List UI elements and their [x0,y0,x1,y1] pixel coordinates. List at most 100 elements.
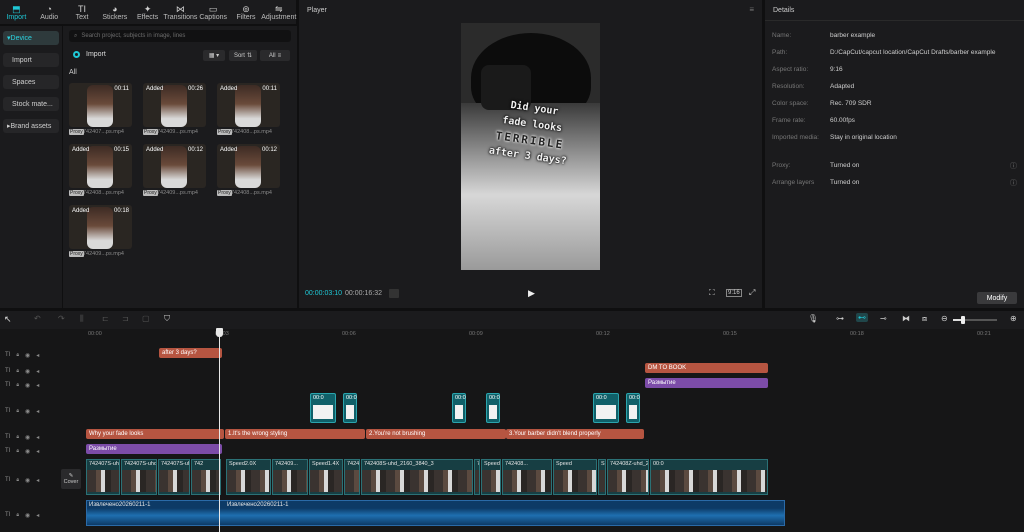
lock-icon[interactable]: 🔒︎ [16,382,19,389]
lock-icon[interactable]: 🔒︎ [16,368,19,375]
media-thumbnail[interactable]: Added 00:18 [69,205,132,249]
audio-icon[interactable]: ◂ [36,368,39,375]
effect-sticker-clip[interactable]: 00:0 [452,393,466,423]
lock-icon[interactable]: 🔒︎ [16,352,19,359]
split-icon[interactable]: ⫼ [80,314,84,324]
playhead[interactable] [219,329,220,532]
sidebar-item-2[interactable]: Spaces [3,75,59,89]
magnet-icon[interactable]: ⊷ [856,313,868,322]
effect-clip[interactable]: Размытие [645,378,768,388]
ratio-button[interactable]: 9:16 [726,289,742,297]
video-clip[interactable]: Speed1.4X [481,459,501,495]
info-icon[interactable]: ⓘ [1010,178,1017,188]
audio-icon[interactable]: ◂ [36,477,39,484]
media-thumbnail[interactable]: Added 00:12 [217,144,280,188]
video-clip[interactable]: 742408... [502,459,552,495]
toolbar-text[interactable]: TI Text [66,0,99,24]
eye-icon[interactable]: ◉ [25,477,30,484]
audio-icon[interactable]: ◂ [36,382,39,389]
preview-axis-icon[interactable]: ⧈ [922,314,927,324]
undo-icon[interactable]: ↶ [34,314,41,323]
effect-sticker-clip[interactable]: 00:0 [343,393,357,423]
caption-clip[interactable]: 1.It's the wrong styling [225,429,365,439]
media-thumbnail[interactable]: Added 00:15 [69,144,132,188]
effect-clip[interactable]: Размытие [86,444,222,454]
audio-icon[interactable]: ◂ [36,408,39,415]
video-clip[interactable]: S [598,459,606,495]
view-mode-button[interactable]: ▦ ▾ [203,50,225,61]
link-icon[interactable]: ⊸ [880,314,887,323]
mirror-icon[interactable]: ⧓ [902,314,910,323]
video-clip[interactable]: Speed1.4X [309,459,343,495]
zoom-out-icon[interactable]: ⊖ [941,314,948,323]
media-thumbnail[interactable]: Added 00:11 [217,83,280,127]
video-clip[interactable]: 742 [191,459,221,495]
video-clip[interactable]: 742408... [344,459,360,495]
modify-button[interactable]: Modify [977,292,1017,304]
effect-sticker-clip[interactable]: 00:0 [593,393,619,423]
lock-icon[interactable]: 🔒︎ [16,512,19,519]
video-clip[interactable]: 742407S-uhd_2 [121,459,157,495]
player-menu-icon[interactable]: ≡ [749,5,754,14]
microphone-icon[interactable]: 🎙 [808,314,818,323]
audio-icon[interactable]: ◂ [36,352,39,359]
video-clip[interactable]: 742408S-uhd_2160_3840_3 [361,459,473,495]
video-clip[interactable]: Speed2.0X [226,459,271,495]
media-thumbnail[interactable]: Added 00:26 [143,83,206,127]
audio-clip[interactable]: Извлечено20260211-1 Извлечено20260211-1 [86,500,785,526]
toolbar-effects[interactable]: ✦ Effects [131,0,164,24]
timecode-toggle[interactable] [389,289,399,298]
audio-icon[interactable]: ◂ [36,512,39,519]
link-main-icon[interactable]: ⊶ [836,314,844,323]
playhead-handle[interactable] [216,328,223,337]
eye-icon[interactable]: ◉ [25,434,30,441]
video-clip[interactable]: 742407S-uh [86,459,120,495]
video-clip[interactable]: Speed [553,459,597,495]
eye-icon[interactable]: ◉ [25,408,30,415]
video-clip[interactable]: 742407S-uhd_2 [158,459,190,495]
media-thumbnail[interactable]: Added 00:12 [143,144,206,188]
cover-button[interactable]: ✎ Cover [61,469,81,489]
eye-icon[interactable]: ◉ [25,368,30,375]
caption-clip[interactable]: 3.Your barber didn't blend properly [506,429,644,439]
select-cursor-icon[interactable]: ↖ [4,314,12,325]
lock-icon[interactable]: 🔒︎ [16,477,19,484]
expand-icon[interactable]: ⤢ [749,288,755,298]
effect-sticker-clip[interactable]: 00:0 [626,393,640,423]
text-clip[interactable]: DM TO BOOK [645,363,768,373]
zoom-slider-handle[interactable] [961,316,965,324]
video-clip[interactable]: 7 [474,459,480,495]
media-search-input[interactable]: ⌕ Search project, subjects in image, lin… [69,30,291,42]
toolbar-transitions[interactable]: ⋈ Transitions [163,0,197,24]
lock-icon[interactable]: 🔒︎ [16,434,19,441]
eye-icon[interactable]: ◉ [25,448,30,455]
sort-button[interactable]: Sort ⇅ [229,50,257,61]
video-clip[interactable]: 742408Z-uhd_2160_3840_30fps.mp4 [607,459,649,495]
delete-right-icon[interactable]: ⊐ [122,314,129,323]
sidebar-item-3[interactable]: Stock mate... [3,97,59,111]
video-clip[interactable]: 742409... [272,459,308,495]
audio-icon[interactable]: ◂ [36,434,39,441]
toolbar-filters[interactable]: ⊚ Filters [230,0,263,24]
fullscreen-crop-icon[interactable]: ⛶ [709,288,715,298]
eye-icon[interactable]: ◉ [25,352,30,359]
toolbar-captions[interactable]: ▭ Captions [197,0,230,24]
import-button[interactable]: Import [73,51,106,58]
audio-icon[interactable]: ◂ [36,448,39,455]
filter-all-button[interactable]: All ≡ [260,50,290,61]
toolbar-stickers[interactable]: ◕ Stickers [98,0,131,24]
toolbar-audio[interactable]: ◔ Audio [33,0,66,24]
shield-icon[interactable]: ⛉ [164,314,170,324]
effect-sticker-clip[interactable]: 00:0 [310,393,336,423]
toolbar-adjustment[interactable]: ⇋ Adjustment [261,0,296,24]
info-icon[interactable]: ⓘ [1010,161,1017,171]
delete-left-icon[interactable]: ⊏ [102,314,109,323]
sidebar-item-4[interactable]: ▸ Brand assets [3,119,59,133]
play-icon[interactable]: ▶ [528,288,535,299]
eye-icon[interactable]: ◉ [25,512,30,519]
lock-icon[interactable]: 🔒︎ [16,448,19,455]
zoom-slider[interactable] [953,316,997,324]
redo-icon[interactable]: ↷ [58,314,65,323]
sidebar-item-0[interactable]: ▾ Device [3,31,59,45]
crop-icon[interactable]: ▢ [142,314,150,323]
